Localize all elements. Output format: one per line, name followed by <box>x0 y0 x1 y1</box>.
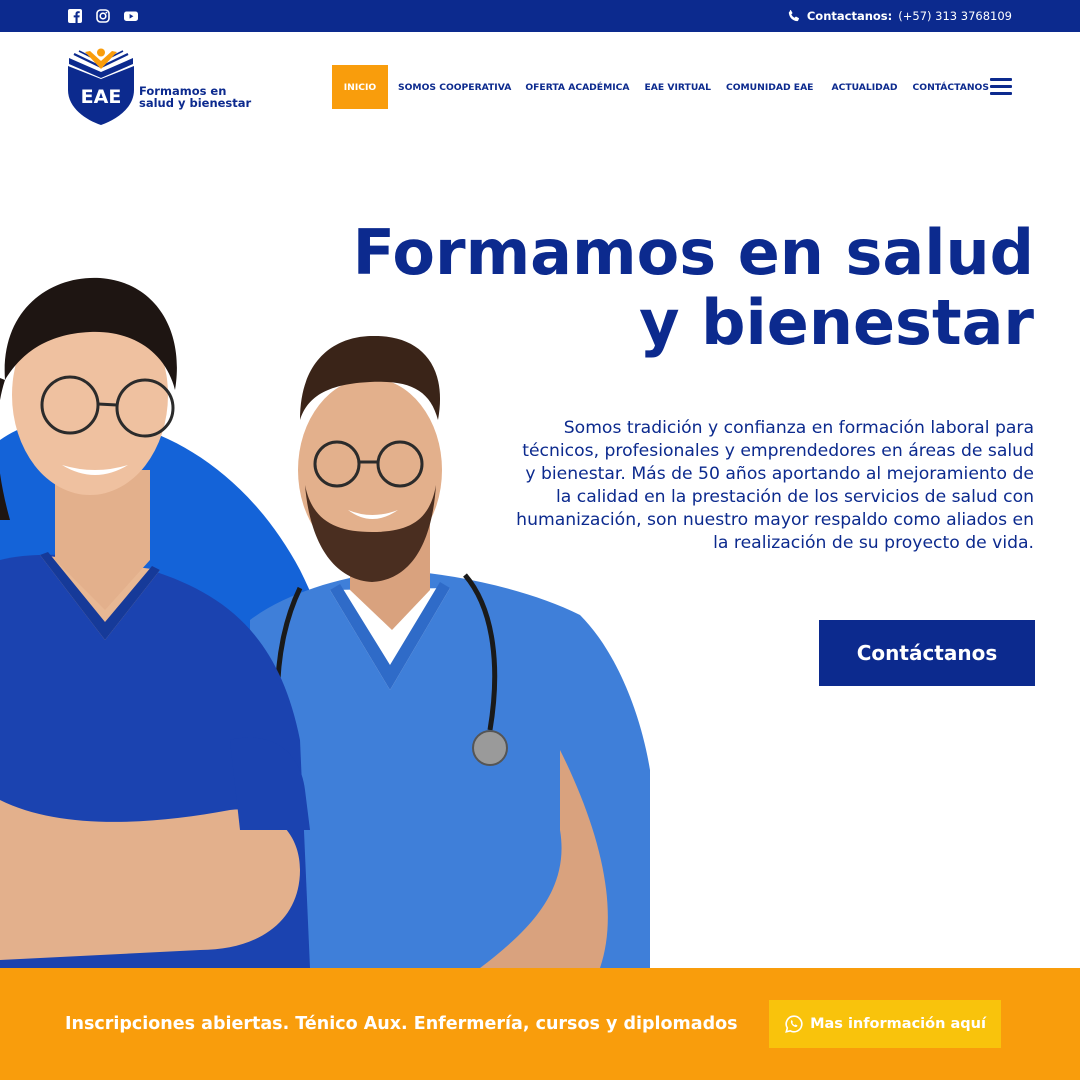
nav-item-actualidad[interactable]: ACTUALIDAD <box>831 65 897 109</box>
contact-label: Contactanos: <box>806 9 893 23</box>
top-bar: Contactanos: (+57) 313 3768109 <box>0 0 1080 32</box>
top-contact[interactable]: Contactanos: (+57) 313 3768109 <box>787 8 1012 24</box>
site-logo[interactable]: EAE Formamos en salud y bienestar <box>66 48 266 126</box>
whatsapp-icon <box>785 1015 803 1033</box>
hero-title-line-1: Formamos en salud <box>352 216 1034 289</box>
main-nav: INICIO SOMOS COOPERATIVA OFERTA ACADÉMIC… <box>332 65 989 109</box>
enrollment-banner: Inscripciones abiertas. Ténico Aux. Enfe… <box>0 968 1080 1080</box>
logo-initials: EAE <box>81 86 122 108</box>
contact-phone[interactable]: (+57) 313 3768109 <box>898 9 1012 23</box>
instagram-icon[interactable] <box>95 8 111 24</box>
logo-shield-icon: EAE <box>68 48 134 125</box>
youtube-icon[interactable] <box>123 8 139 24</box>
hero-description: Somos tradición y confianza en formación… <box>516 418 1034 553</box>
more-info-button[interactable]: Mas información aquí <box>769 1000 1001 1048</box>
hamburger-menu-icon[interactable] <box>990 78 1014 96</box>
nav-item-contactanos[interactable]: CONTÁCTANOS <box>913 65 989 109</box>
facebook-icon[interactable] <box>67 8 83 24</box>
banner-text: Inscripciones abiertas. Ténico Aux. Enfe… <box>65 1014 738 1034</box>
nav-item-oferta-academica[interactable]: OFERTA ACADÉMICA <box>525 65 629 109</box>
nav-item-comunidad-eae[interactable]: COMUNIDAD EAE <box>726 65 814 109</box>
nav-item-inicio[interactable]: INICIO <box>332 65 388 109</box>
phone-icon <box>788 10 799 22</box>
hero-image-nurses <box>0 277 650 968</box>
contactanos-button[interactable]: Contáctanos <box>819 620 1035 686</box>
more-info-label: Mas información aquí <box>810 1016 986 1032</box>
hero-title: Formamos en salud y bienestar <box>334 218 1034 358</box>
logo-tagline: Formamos en salud y bienestar <box>139 84 252 110</box>
nav-item-eae-virtual[interactable]: EAE VIRTUAL <box>645 65 711 109</box>
nav-item-somos-cooperativa[interactable]: SOMOS COOPERATIVA <box>398 65 511 109</box>
hero-title-line-2: y bienestar <box>639 286 1034 359</box>
